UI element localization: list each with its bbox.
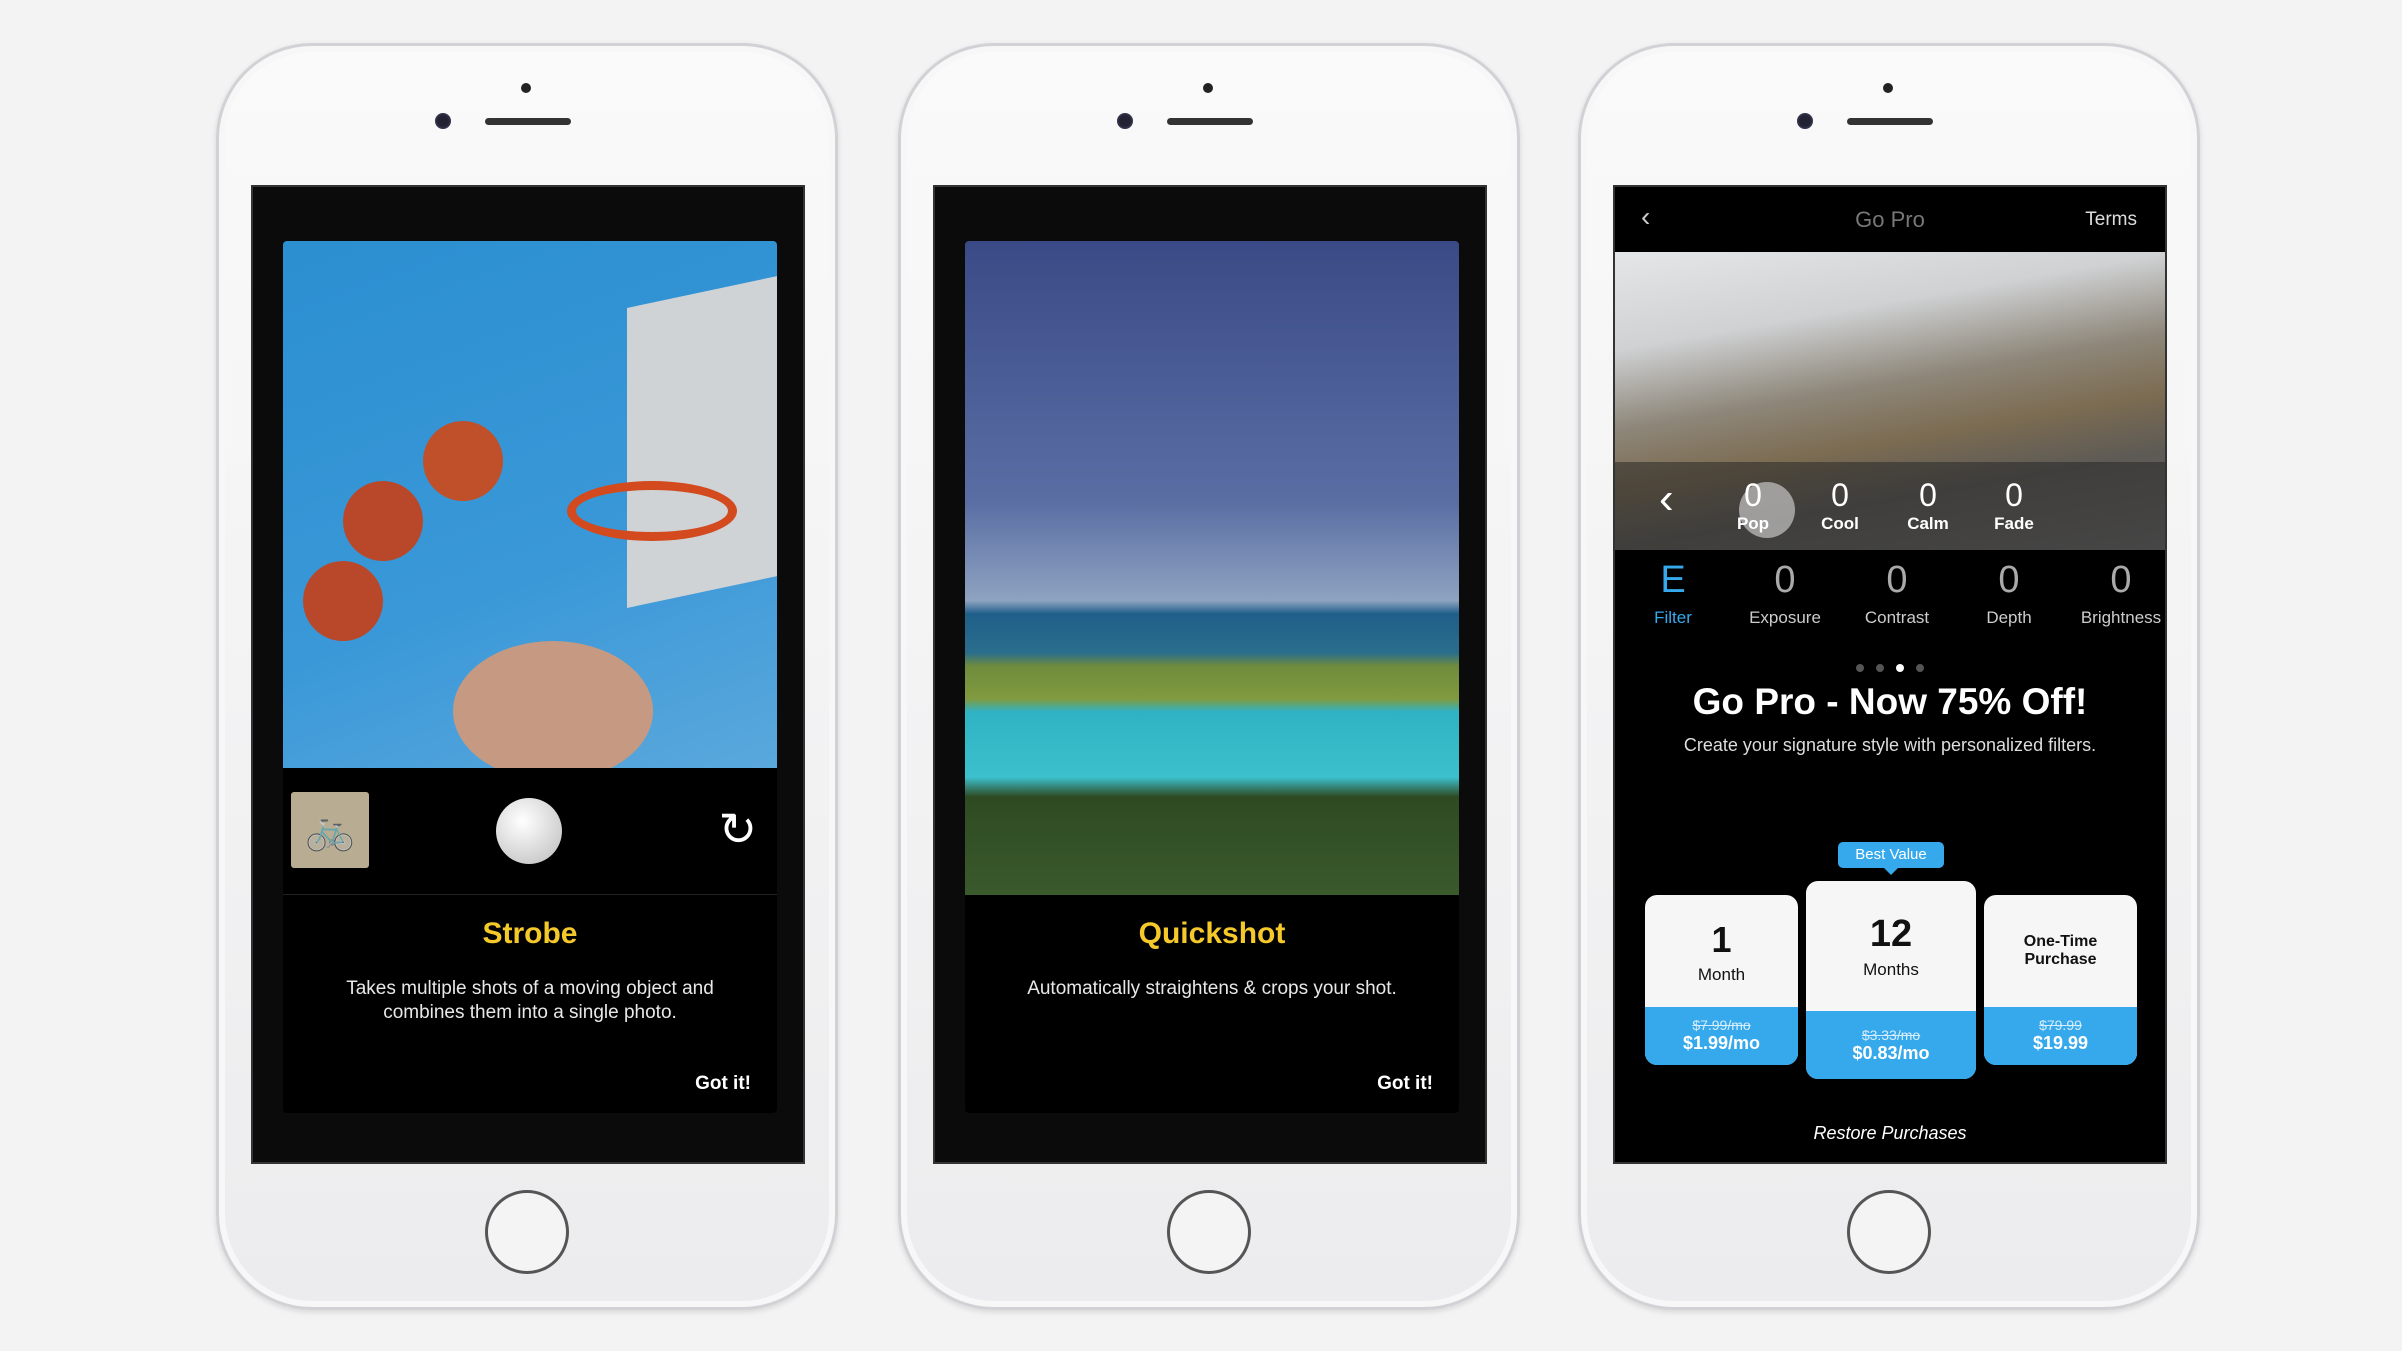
plan-number: 12 <box>1869 913 1913 955</box>
terms-link[interactable]: Terms <box>2085 209 2137 231</box>
got-it-button[interactable]: Got it! <box>695 1073 751 1095</box>
depth-icon: 0 <box>1998 559 2020 601</box>
price: $19.99 <box>2032 1033 2089 1053</box>
filter-value: 0 <box>1919 477 1937 513</box>
screen: ‹ Go Pro Terms ‹ 0 Pop 0 Cool 0 Calm 0 Fade … <box>1613 185 2167 1164</box>
old-price: $3.33/mo <box>1861 1027 1921 1043</box>
tool-exposure[interactable]: 0 Exposure <box>1730 559 1840 628</box>
restore-purchases-link[interactable]: Restore Purchases <box>1615 1123 2165 1144</box>
tool-label: Contrast <box>1864 608 1930 627</box>
plan-one-time[interactable]: One-Time Purchase $79.99 $19.99 <box>1984 895 2137 1065</box>
phone-strobe: 🚲 ↻ Strobe Takes multiple shots of a mov… <box>216 43 838 1310</box>
screen: Quickshot Automatically straightens & cr… <box>933 185 1487 1164</box>
badge-label: Best Value <box>1855 846 1927 863</box>
price: $1.99/mo <box>1682 1033 1761 1053</box>
feature-card: Quickshot Automatically straightens & cr… <box>965 241 1459 1113</box>
page-dot[interactable] <box>1916 664 1924 672</box>
filter-label: Pop <box>1736 514 1770 533</box>
home-button[interactable] <box>485 1190 569 1274</box>
proximity-sensor <box>521 83 531 93</box>
feature-title: Quickshot <box>1138 917 1286 950</box>
exposure-icon: 0 <box>1774 559 1796 601</box>
best-value-badge: Best Value <box>1838 842 1944 875</box>
quickshot-photo <box>965 241 1459 895</box>
plan-number: 1 <box>1711 919 1732 960</box>
filter-value: 0 <box>2005 477 2023 513</box>
filter-cool[interactable]: 0 Cool <box>1795 477 1885 534</box>
page-dot-active[interactable] <box>1896 664 1904 672</box>
phone-quickshot: Quickshot Automatically straightens & cr… <box>898 43 1520 1310</box>
filter-fade[interactable]: 0 Fade <box>1969 477 2059 534</box>
feature-description: Automatically straightens & crops your s… <box>1027 978 1397 999</box>
camera-controls: 🚲 ↻ <box>283 768 777 895</box>
promo-subheadline: Create your signature style with persona… <box>1683 735 2097 755</box>
brightness-icon: 0 <box>2110 559 2132 601</box>
got-it-button[interactable]: Got it! <box>1377 1073 1433 1095</box>
filter-label: Calm <box>1907 514 1949 533</box>
page-dot[interactable] <box>1876 664 1884 672</box>
filters-back-icon[interactable]: ‹ <box>1659 474 1674 524</box>
filter-icon: E <box>1660 559 1686 601</box>
gallery-thumbnail[interactable]: 🚲 <box>291 792 369 868</box>
page-dot[interactable] <box>1856 664 1864 672</box>
tool-brightness[interactable]: 0 Brightness <box>2066 559 2165 628</box>
plan-name: One-Time Purchase <box>2023 933 2098 968</box>
plan-price-area: $3.33/mo $0.83/mo <box>1806 1011 1976 1079</box>
page-dots <box>1615 664 2165 672</box>
plan-1-month[interactable]: 1 Month $7.99/mo $1.99/mo <box>1645 895 1798 1065</box>
earpiece-speaker <box>1167 118 1253 125</box>
tool-label: Brightness <box>2080 608 2162 627</box>
home-button[interactable] <box>1167 1190 1251 1274</box>
header-title: Go Pro <box>1855 207 1925 232</box>
filter-calm[interactable]: 0 Calm <box>1883 477 1973 534</box>
feature-description: Takes multiple shots of a moving object … <box>346 978 714 1023</box>
tool-depth[interactable]: 0 Depth <box>1954 559 2064 628</box>
filter-value: 0 <box>1831 477 1849 513</box>
filter-label: Cool <box>1821 514 1859 533</box>
plan-price-area: $79.99 $19.99 <box>1984 1007 2137 1065</box>
price: $0.83/mo <box>1852 1043 1930 1063</box>
plan-price-area: $7.99/mo $1.99/mo <box>1645 1007 1798 1065</box>
tool-label: Filter <box>1654 608 1692 627</box>
promo-headline: Go Pro - Now 75% Off! <box>1692 681 2088 722</box>
old-price: $79.99 <box>2039 1017 2082 1033</box>
filter-value: 0 <box>1744 477 1762 513</box>
earpiece-speaker <box>485 118 571 125</box>
proximity-sensor <box>1883 83 1893 93</box>
tool-label: Exposure <box>1749 608 1821 627</box>
switch-camera-icon[interactable]: ↻ <box>718 806 757 852</box>
old-price: $7.99/mo <box>1692 1017 1751 1033</box>
tool-filter[interactable]: E Filter <box>1618 559 1728 628</box>
filter-pop[interactable]: 0 Pop <box>1708 477 1798 534</box>
home-button[interactable] <box>1847 1190 1931 1274</box>
front-camera <box>435 113 451 129</box>
plan-12-months[interactable]: 12 Months $3.33/mo $0.83/mo <box>1806 881 1976 1079</box>
strobe-photo <box>283 241 777 781</box>
plan-unit: Month <box>1697 965 1746 984</box>
front-camera <box>1797 113 1813 129</box>
tool-label: Depth <box>1986 608 2032 627</box>
front-camera <box>1117 113 1133 129</box>
contrast-icon: 0 <box>1886 559 1908 601</box>
tool-contrast[interactable]: 0 Contrast <box>1842 559 1952 628</box>
filter-label: Fade <box>1994 514 2034 533</box>
preview-photo: ‹ 0 Pop 0 Cool 0 Calm 0 Fade <box>1615 252 2165 550</box>
proximity-sensor <box>1203 83 1213 93</box>
screen: 🚲 ↻ Strobe Takes multiple shots of a mov… <box>251 185 805 1164</box>
shutter-button[interactable] <box>496 798 562 864</box>
feature-title: Strobe <box>482 917 578 950</box>
phone-go-pro: ‹ Go Pro Terms ‹ 0 Pop 0 Cool 0 Calm 0 Fade … <box>1578 43 2200 1310</box>
plan-unit: Months <box>1863 960 1919 979</box>
feature-card: 🚲 ↻ Strobe Takes multiple shots of a mov… <box>283 241 777 1113</box>
earpiece-speaker <box>1847 118 1933 125</box>
